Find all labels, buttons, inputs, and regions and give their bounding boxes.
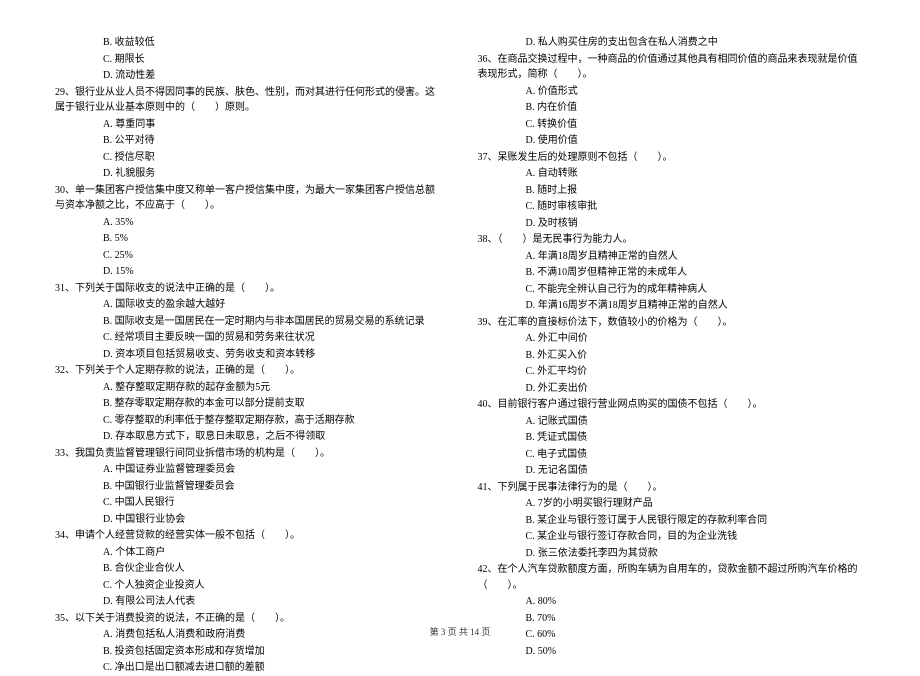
left-column: B. 收益较低 C. 期限长 D. 流动性差 29、银行业从业人员不得因同事的民… [55, 35, 443, 610]
option: C. 经常项目主要反映一国的贸易和劳务来往状况 [55, 330, 443, 346]
option: D. 私人购买住房的支出包含在私人消费之中 [478, 35, 866, 51]
page-footer: 第 3 页 共 14 页 [0, 625, 920, 638]
question-29: 29、银行业从业人员不得因同事的民族、肤色、性别，而对其进行任何形式的侵害。这属… [55, 85, 443, 116]
option: B. 70% [478, 611, 866, 627]
option: C. 某企业与银行签订存款合同，目的为企业洗钱 [478, 529, 866, 545]
option: D. 外汇卖出价 [478, 381, 866, 397]
option: C. 转换价值 [478, 117, 866, 133]
question-32: 32、下列关于个人定期存款的说法，正确的是（ ）。 [55, 363, 443, 379]
option: C. 期限长 [55, 52, 443, 68]
option: C. 零存整取的利率低于整存整取定期存款，高于活期存款 [55, 413, 443, 429]
option: B. 5% [55, 231, 443, 247]
question-30: 30、单一集团客户授信集中度又称单一客户授信集中度，为最大一家集团客户授信总额与… [55, 183, 443, 214]
option: D. 礼貌服务 [55, 166, 443, 182]
option: C. 25% [55, 248, 443, 264]
option: A. 外汇中间价 [478, 331, 866, 347]
two-column-layout: B. 收益较低 C. 期限长 D. 流动性差 29、银行业从业人员不得因同事的民… [55, 35, 865, 610]
option: A. 35% [55, 215, 443, 231]
option: A. 7岁的小明买银行理财产品 [478, 496, 866, 512]
option: A. 整存整取定期存款的起存金额为5元 [55, 380, 443, 396]
option: C. 电子式国债 [478, 447, 866, 463]
option: C. 随时审核审批 [478, 199, 866, 215]
option: A. 自动转账 [478, 166, 866, 182]
option: B. 凭证式国债 [478, 430, 866, 446]
question-35: 35、以下关于消费投资的说法，不正确的是（ ）。 [55, 611, 443, 627]
option: D. 使用价值 [478, 133, 866, 149]
question-40: 40、目前银行客户通过银行营业网点购买的国债不包括（ ）。 [478, 397, 866, 413]
option: B. 公平对待 [55, 133, 443, 149]
option: C. 中国人民银行 [55, 495, 443, 511]
option: C. 外汇平均价 [478, 364, 866, 380]
right-column: D. 私人购买住房的支出包含在私人消费之中 36、在商品交换过程中，一种商品的价… [478, 35, 866, 610]
question-37: 37、呆账发生后的处理原则不包括（ ）。 [478, 150, 866, 166]
option: B. 收益较低 [55, 35, 443, 51]
option: A. 个体工商户 [55, 545, 443, 561]
option: A. 尊重同事 [55, 117, 443, 133]
question-34: 34、申请个人经营贷款的经营实体一般不包括（ ）。 [55, 528, 443, 544]
question-39: 39、在汇率的直接标价法下，数值较小的价格为（ ）。 [478, 315, 866, 331]
option: A. 80% [478, 594, 866, 610]
option: D. 50% [478, 644, 866, 660]
option: D. 张三依法委托李四为其贷款 [478, 546, 866, 562]
option: D. 资本项目包括贸易收支、劳务收支和资本转移 [55, 347, 443, 363]
option: A. 国际收支的盈余越大越好 [55, 297, 443, 313]
option: D. 年满16周岁不满18周岁且精神正常的自然人 [478, 298, 866, 314]
option: C. 不能完全辨认自己行为的成年精神病人 [478, 282, 866, 298]
question-33: 33、我国负责监督管理银行间同业拆借市场的机构是（ ）。 [55, 446, 443, 462]
option: B. 外汇买入价 [478, 348, 866, 364]
question-31: 31、下列关于国际收支的说法中正确的是（ ）。 [55, 281, 443, 297]
question-41: 41、下列属于民事法律行为的是（ ）。 [478, 480, 866, 496]
option: C. 授信尽职 [55, 150, 443, 166]
option: C. 个人独资企业投资人 [55, 578, 443, 594]
question-38: 38、（ ）是无民事行为能力人。 [478, 232, 866, 248]
option: B. 投资包括固定资本形成和存货增加 [55, 644, 443, 660]
question-42: 42、在个人汽车贷款额度方面，所购车辆为自用车的，贷款金额不超过所购汽车价格的（… [478, 562, 866, 593]
option: A. 价值形式 [478, 84, 866, 100]
option: B. 不满10周岁但精神正常的未成年人 [478, 265, 866, 281]
option: D. 及时核销 [478, 216, 866, 232]
option: B. 中国银行业监督管理委员会 [55, 479, 443, 495]
option: D. 15% [55, 264, 443, 280]
option: B. 国际收支是一国居民在一定时期内与非本国居民的贸易交易的系统记录 [55, 314, 443, 330]
option: B. 合伙企业合伙人 [55, 561, 443, 577]
option: D. 无记名国债 [478, 463, 866, 479]
option: B. 随时上报 [478, 183, 866, 199]
option: B. 内在价值 [478, 100, 866, 116]
question-36: 36、在商品交换过程中，一种商品的价值通过其他具有相同价值的商品来表现就是价值表… [478, 52, 866, 83]
option: A. 记账式国债 [478, 414, 866, 430]
option: C. 净出口是出口额减去进口额的差额 [55, 660, 443, 676]
option: A. 年满18周岁且精神正常的自然人 [478, 249, 866, 265]
option: D. 有限公司法人代表 [55, 594, 443, 610]
option: D. 存本取息方式下，取息日未取息，之后不得领取 [55, 429, 443, 445]
option: D. 流动性差 [55, 68, 443, 84]
option: B. 某企业与银行签订属于人民银行限定的存款利率合同 [478, 513, 866, 529]
option: A. 中国证券业监督管理委员会 [55, 462, 443, 478]
option: D. 中国银行业协会 [55, 512, 443, 528]
option: B. 整存零取定期存款的本金可以部分提前支取 [55, 396, 443, 412]
